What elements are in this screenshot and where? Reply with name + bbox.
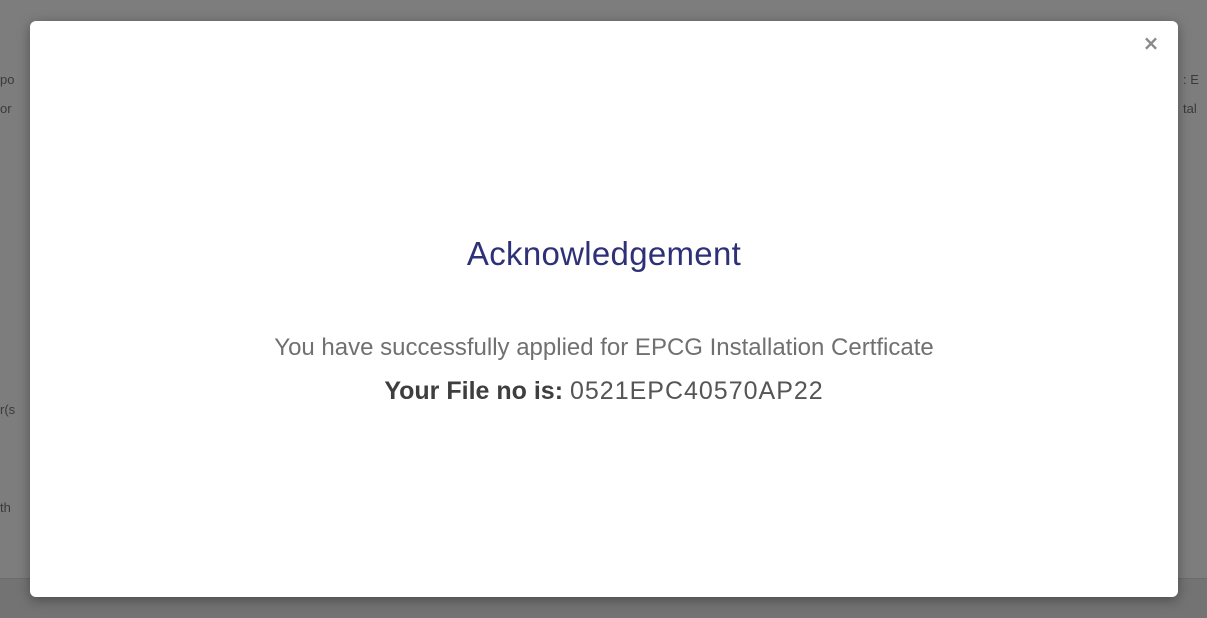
background-text-fragment: : E — [1183, 72, 1199, 87]
file-number-label: Your File no is: — [384, 377, 564, 405]
file-number-line: Your File no is: 0521EPC40570AP22 — [30, 377, 1178, 406]
acknowledgement-modal: × Acknowledgement You have successfully … — [30, 21, 1178, 597]
background-text-fragment: po — [0, 72, 15, 87]
background-text-fragment: th — [0, 500, 11, 515]
background-text-fragment: tal — [1183, 101, 1197, 116]
file-number-value: 0521EPC40570AP22 — [569, 377, 824, 405]
background-text-fragment: r(s — [0, 402, 16, 417]
modal-title: Acknowledgement — [466, 235, 742, 272]
close-button[interactable]: × — [1141, 31, 1161, 55]
background-text-fragment: or — [0, 101, 12, 116]
success-message: You have successfully applied for EPCG I… — [274, 334, 934, 361]
